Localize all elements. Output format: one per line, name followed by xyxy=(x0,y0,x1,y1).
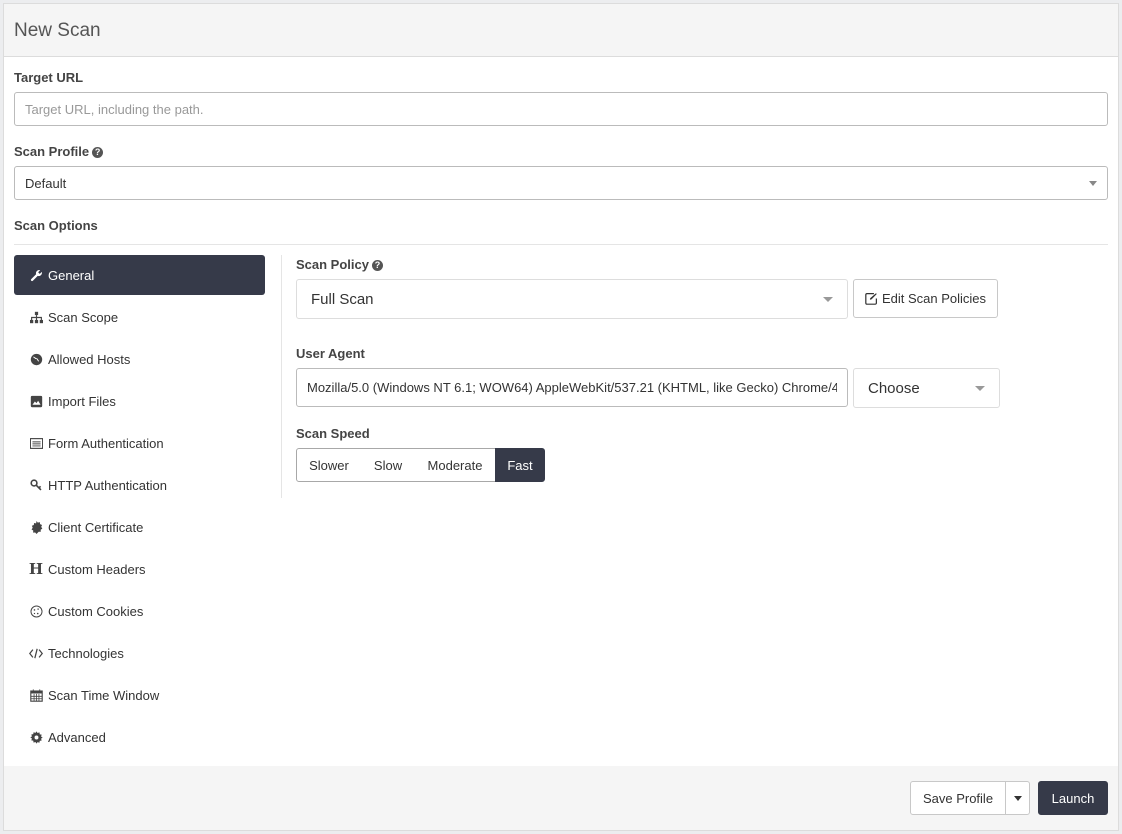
scan-speed-moderate[interactable]: Moderate xyxy=(415,448,496,482)
save-profile-button[interactable]: Save Profile xyxy=(910,781,1006,815)
scan-policy-label-text: Scan Policy xyxy=(296,257,369,272)
scan-options-divider xyxy=(14,244,1108,245)
certificate-icon xyxy=(29,520,43,534)
code-icon xyxy=(29,646,43,660)
panel-footer: Save Profile Launch xyxy=(4,766,1118,830)
sidebar-item-http-authentication[interactable]: HTTP Authentication xyxy=(14,465,265,505)
new-scan-panel: New Scan Target URL Scan Profile? Defaul… xyxy=(3,3,1119,831)
sidebar-item-label: Advanced xyxy=(48,729,106,745)
sitemap-icon xyxy=(29,310,43,324)
sidebar-item-label: Client Certificate xyxy=(48,519,144,535)
user-agent-choose-value: Choose xyxy=(868,379,920,397)
sidebar-item-general[interactable]: General xyxy=(14,255,265,295)
scan-policy-value: Full Scan xyxy=(311,290,374,308)
scan-speed-slow[interactable]: Slow xyxy=(361,448,416,482)
sidebar-item-label: Scan Time Window xyxy=(48,687,160,703)
sidebar-item-label: Scan Scope xyxy=(48,309,119,325)
sidebar-item-label: Import Files xyxy=(48,393,116,409)
cog-icon xyxy=(29,730,43,744)
question-circle-icon[interactable]: ? xyxy=(371,260,383,271)
sidebar-item-label: Custom Headers xyxy=(48,561,146,577)
scan-profile-label: Scan Profile? xyxy=(14,144,104,159)
sidebar-item-custom-headers[interactable]: H Custom Headers xyxy=(14,549,265,589)
launch-button[interactable]: Launch xyxy=(1038,781,1108,815)
cookie-icon xyxy=(29,604,43,618)
chevron-down-icon xyxy=(823,296,833,302)
sidebar-item-technologies[interactable]: Technologies xyxy=(14,633,265,673)
scan-profile-select[interactable]: Default xyxy=(14,166,1108,200)
page-title: New Scan xyxy=(14,20,101,41)
sidebar-item-scan-scope[interactable]: Scan Scope xyxy=(14,297,265,337)
target-url-input[interactable] xyxy=(14,92,1108,126)
sidebar-item-advanced[interactable]: Advanced xyxy=(14,717,265,757)
sidebar-item-import-files[interactable]: Import Files xyxy=(14,381,265,421)
sidebar-item-label: Allowed Hosts xyxy=(48,351,131,367)
content-divider xyxy=(281,255,282,498)
edit-icon xyxy=(865,292,878,305)
globe-icon xyxy=(29,352,43,366)
sidebar-item-client-certificate[interactable]: Client Certificate xyxy=(14,507,265,547)
image-icon xyxy=(29,394,43,408)
sidebar-item-label: General xyxy=(48,267,95,283)
edit-scan-policies-button[interactable]: Edit Scan Policies xyxy=(853,279,998,318)
scan-speed-slower[interactable]: Slower xyxy=(296,448,362,482)
scan-policy-label: Scan Policy? xyxy=(296,257,383,272)
save-profile-dropdown-button[interactable] xyxy=(1005,781,1030,815)
header-icon: H xyxy=(28,560,44,578)
calendar-icon xyxy=(29,688,43,702)
key-icon xyxy=(29,478,43,492)
sidebar-item-allowed-hosts[interactable]: Allowed Hosts xyxy=(14,339,265,379)
edit-scan-policies-label: Edit Scan Policies xyxy=(881,291,987,306)
sidebar-item-custom-cookies[interactable]: Custom Cookies xyxy=(14,591,265,631)
question-circle-icon[interactable]: ? xyxy=(92,147,104,158)
scan-options-label: Scan Options xyxy=(14,218,98,233)
target-url-label: Target URL xyxy=(14,70,84,85)
user-agent-input[interactable] xyxy=(296,368,848,407)
scan-speed-fast[interactable]: Fast xyxy=(495,448,545,482)
panel-header: New Scan xyxy=(4,4,1118,57)
sidebar-item-label: Custom Cookies xyxy=(48,603,144,619)
chevron-down-icon xyxy=(1089,180,1097,186)
scan-speed-label: Scan Speed xyxy=(296,426,370,441)
wrench-icon xyxy=(29,268,43,282)
sidebar-item-scan-time-window[interactable]: Scan Time Window xyxy=(14,675,265,715)
user-agent-choose-select[interactable]: Choose xyxy=(853,368,1000,408)
caret-down-icon xyxy=(1013,795,1022,801)
scan-policy-select[interactable]: Full Scan xyxy=(296,279,848,319)
sidebar-item-label: Form Authentication xyxy=(48,435,164,451)
user-agent-label: User Agent xyxy=(296,346,365,361)
sidebar-item-form-authentication[interactable]: Form Authentication xyxy=(14,423,265,463)
scan-profile-label-text: Scan Profile xyxy=(14,144,90,159)
chevron-down-icon xyxy=(975,385,985,391)
list-alt-icon xyxy=(29,436,43,450)
sidebar-item-label: Technologies xyxy=(48,645,124,661)
scan-profile-value: Default xyxy=(25,175,67,191)
sidebar-item-label: HTTP Authentication xyxy=(48,477,167,493)
